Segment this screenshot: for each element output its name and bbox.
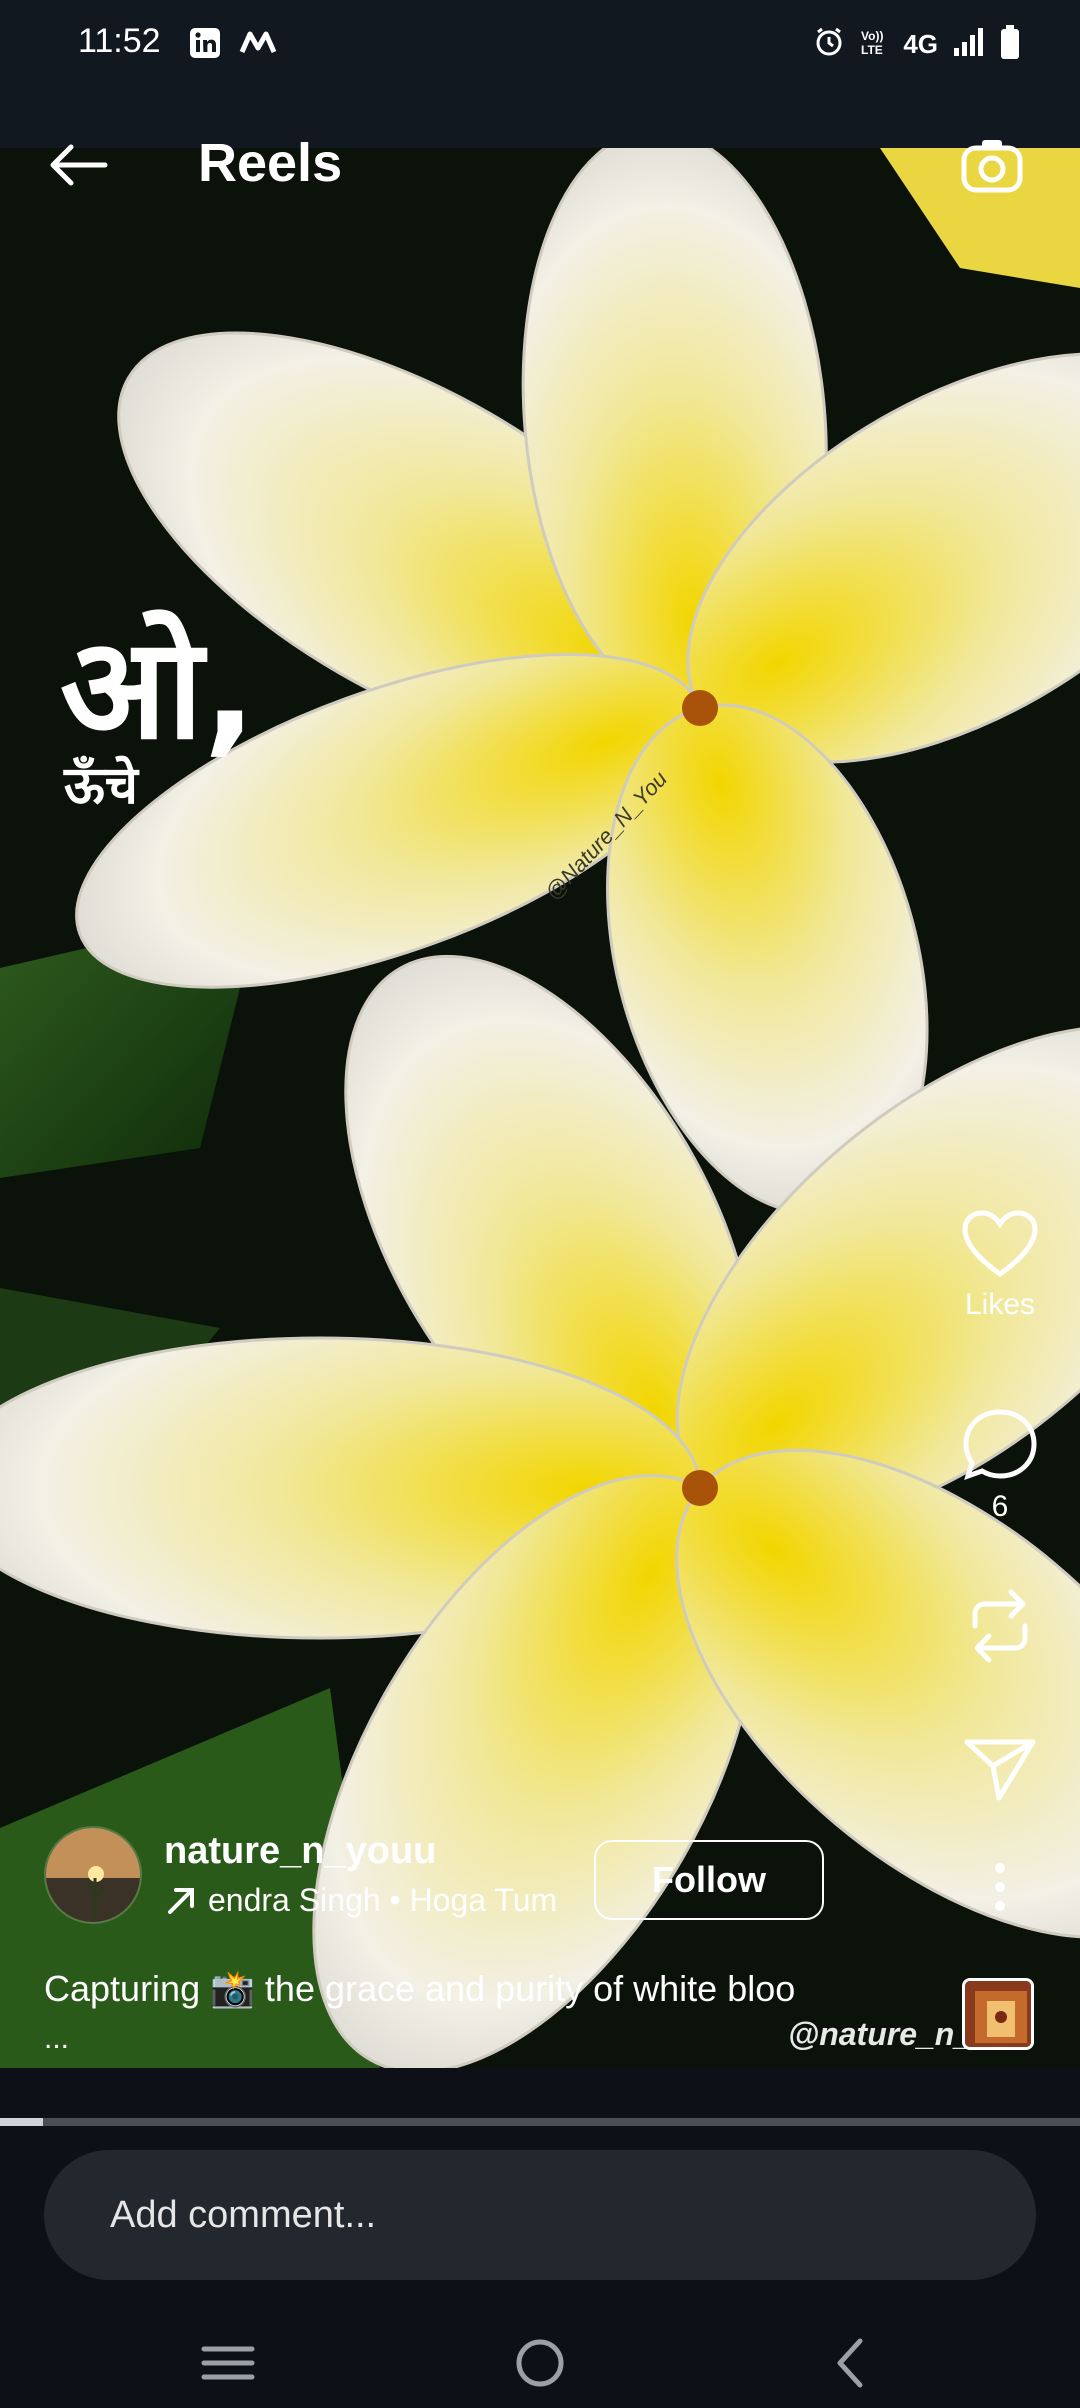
heart-icon [962, 1210, 1038, 1278]
m-app-icon [238, 26, 278, 65]
alarm-icon [813, 26, 845, 63]
status-bar: 11:52 Vo)) LTE 4G [0, 0, 1080, 92]
system-back-button[interactable] [790, 2318, 910, 2408]
home-circle-icon [516, 2339, 564, 2387]
follow-button[interactable]: Follow [594, 1840, 824, 1920]
camera-icon [961, 140, 1023, 193]
back-button[interactable] [40, 128, 114, 202]
audio-title: endra Singh • Hoga Tum [208, 1882, 558, 1918]
comment-button[interactable]: 6 [940, 1408, 1060, 1524]
more-options-button[interactable] [940, 1862, 1060, 1912]
send-icon [964, 1739, 1036, 1801]
top-spacer [0, 92, 1080, 148]
page-title: Reels [198, 133, 343, 193]
playback-progress-fill [0, 2118, 44, 2126]
camera-button[interactable] [956, 130, 1028, 202]
svg-text:LTE: LTE [861, 43, 883, 57]
home-button[interactable] [480, 2318, 600, 2408]
author-row: nature_n_youu endra Singh • Hoga Tum Fol… [44, 1826, 944, 1926]
flower-scene [0, 148, 1080, 2068]
overlay-text-line-2: ऊँचे [64, 756, 138, 816]
overlay-text-line-1: ओ, [60, 608, 257, 771]
video-watermark: @nature_n_ [788, 2016, 973, 2052]
recent-apps-button[interactable] [168, 2318, 288, 2408]
more-vertical-icon [995, 1863, 1005, 1911]
status-app-icons [188, 26, 278, 65]
reel-video[interactable]: ओ, ऊँचे @Nature_N_You [0, 148, 1080, 2068]
audio-thumbnail[interactable] [962, 1978, 1034, 2050]
signal-icon [952, 26, 986, 63]
username[interactable]: nature_n_youu [164, 1830, 436, 1873]
recents-icon [201, 2346, 255, 2380]
network-label: 4G [903, 29, 938, 59]
add-comment-input[interactable]: Add comment... [44, 2150, 1036, 2280]
status-time: 11:52 [78, 22, 161, 60]
comment-bubble-icon [963, 1409, 1037, 1480]
battery-icon [1000, 24, 1020, 65]
back-arrow-icon [50, 144, 108, 186]
likes-label: Likes [964, 1288, 1036, 1321]
playback-progress[interactable] [0, 2118, 1080, 2126]
audio-row[interactable]: endra Singh • Hoga Tum [164, 1882, 557, 1919]
audio-arrow-icon [168, 1887, 194, 1914]
status-indicators: Vo)) LTE 4G [813, 24, 1020, 65]
share-button[interactable] [940, 1736, 1060, 1802]
repost-icon [972, 1589, 1028, 1663]
caption-more[interactable]: ... [44, 2022, 69, 2056]
remix-button[interactable] [940, 1586, 1060, 1666]
chevron-left-icon [837, 2338, 863, 2388]
volte-icon: Vo)) LTE [859, 26, 889, 63]
caption[interactable]: Capturing 📸 the grace and purity of whit… [44, 1968, 924, 2010]
avatar[interactable] [44, 1826, 142, 1924]
comments-count: 6 [991, 1490, 1009, 1523]
linkedin-icon [188, 26, 222, 65]
svg-text:Vo)): Vo)) [861, 29, 883, 43]
like-button[interactable]: Likes [940, 1210, 1060, 1322]
